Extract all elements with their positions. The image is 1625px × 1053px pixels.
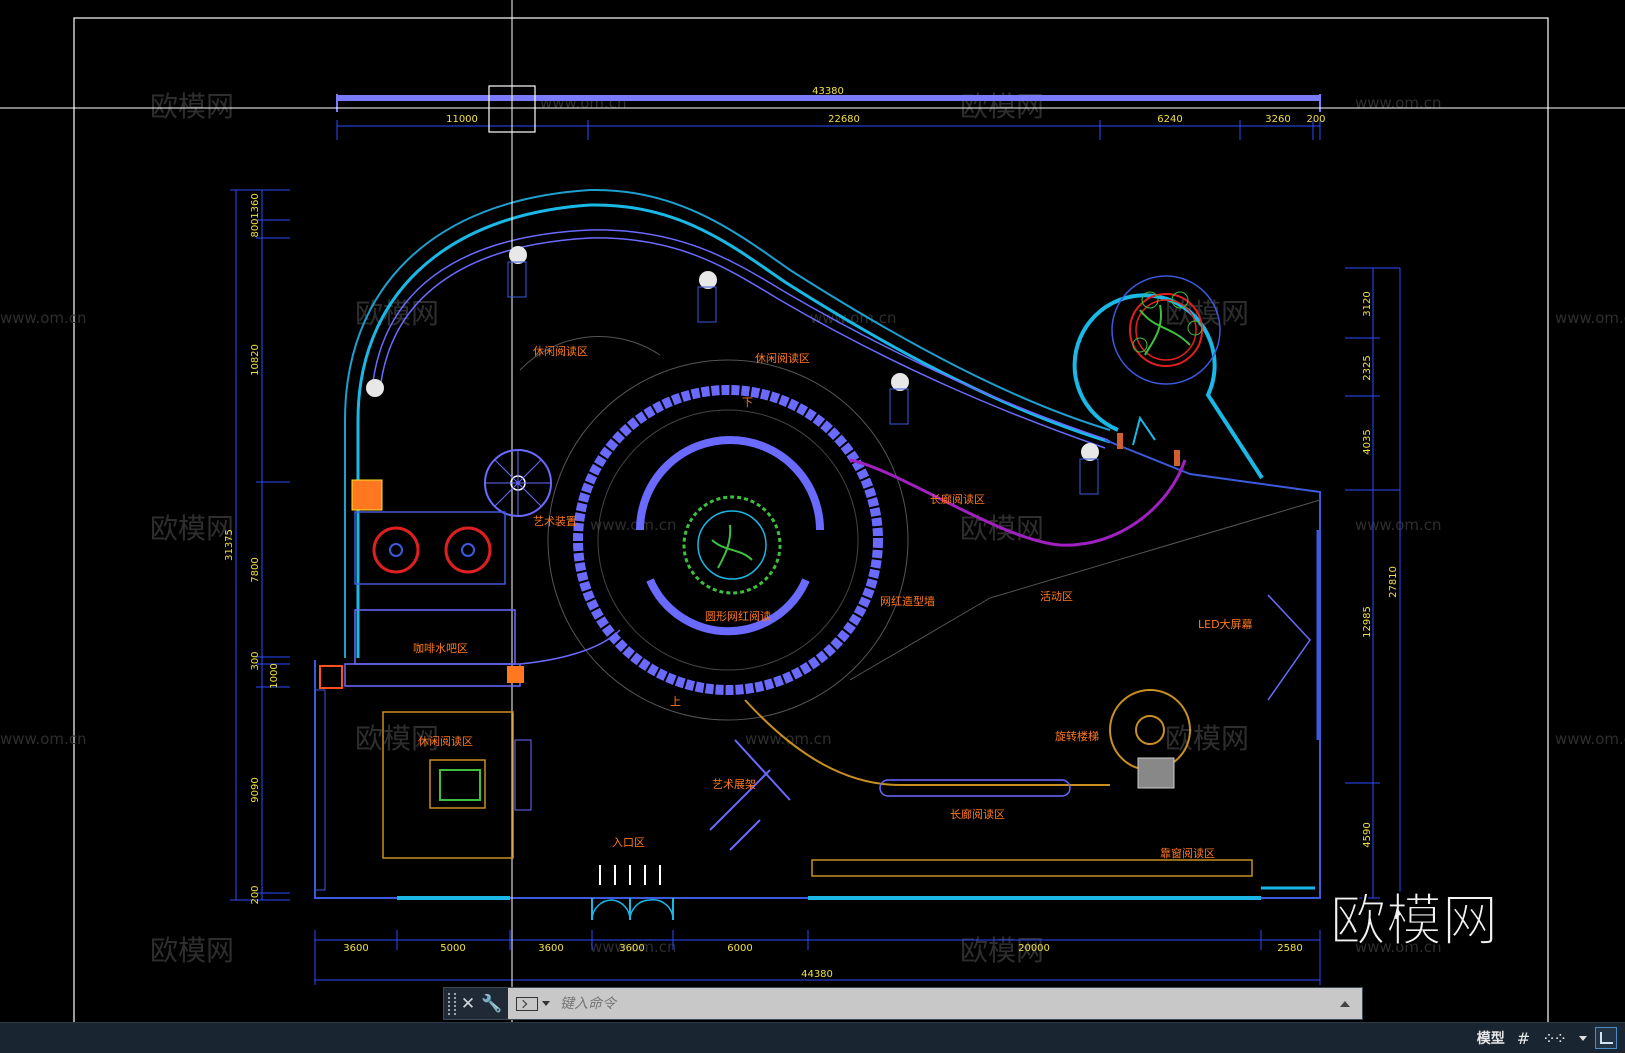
drawing-viewport[interactable]: 欧模网 欧模网 www.om.cn www.om.cn www.om.cn 欧模… (0, 0, 1625, 1052)
svg-text:12985: 12985 (1362, 606, 1373, 638)
svg-text:1000: 1000 (269, 663, 280, 688)
svg-text:www.om.cn: www.om.cn (0, 309, 87, 327)
svg-text:44380: 44380 (801, 969, 833, 980)
svg-text:上: 上 (670, 695, 681, 708)
zone-labels: 休闲阅读区 休闲阅读区 休闲阅读区 长廊阅读区 长廊阅读区 靠窗阅读区 艺术装置… (413, 344, 1253, 860)
command-prompt-icon[interactable] (516, 996, 538, 1011)
command-line: ✕ 🔧 (443, 987, 1363, 1020)
svg-text:欧模网: 欧模网 (1165, 722, 1249, 755)
svg-text:43380: 43380 (812, 86, 844, 97)
svg-text:休闲阅读区: 休闲阅读区 (418, 734, 473, 748)
ortho-mode-icon[interactable] (1595, 1027, 1617, 1049)
svg-text:20000: 20000 (1018, 943, 1050, 954)
svg-text:200: 200 (1306, 114, 1325, 125)
svg-text:www.om.cn: www.om.cn (590, 516, 677, 534)
svg-text:网红造型墙: 网红造型墙 (880, 594, 935, 608)
svg-text:欧模网: 欧模网 (150, 512, 234, 545)
chevron-down-icon[interactable] (1579, 1035, 1587, 1041)
drag-handle-icon[interactable] (448, 992, 456, 1015)
leisure-reading-bottom-left (314, 689, 532, 891)
svg-text:3600: 3600 (538, 943, 563, 954)
svg-text:www.om.cn: www.om.cn (1355, 516, 1442, 534)
svg-text:圆形网红阅读: 圆形网红阅读 (705, 609, 771, 623)
svg-text:22680: 22680 (828, 114, 860, 125)
svg-text:300: 300 (250, 651, 261, 670)
layout-frame (73, 17, 1549, 1022)
svg-text:www.om.cn: www.om.cn (1355, 94, 1442, 112)
svg-text:长廊阅读区: 长廊阅读区 (930, 492, 985, 506)
svg-text:1360: 1360 (250, 193, 261, 218)
svg-text:休闲阅读区: 休闲阅读区 (533, 344, 588, 358)
coffee-bar (319, 479, 621, 689)
svg-text:www.om.cn: www.om.cn (0, 730, 87, 748)
svg-text:9090: 9090 (250, 777, 261, 802)
svg-text:3600: 3600 (343, 943, 368, 954)
svg-text:旋转楼梯: 旋转楼梯 (1055, 729, 1099, 743)
status-bar: 模型 # ⁘⁘ (0, 1022, 1625, 1053)
svg-text:5000: 5000 (440, 943, 465, 954)
svg-text:艺术展架: 艺术展架 (712, 778, 756, 791)
svg-text:www.om.cn: www.om.cn (1555, 730, 1625, 748)
svg-text:4590: 4590 (1362, 822, 1373, 847)
svg-text:11000: 11000 (446, 114, 478, 125)
svg-text:31375: 31375 (224, 529, 235, 561)
floor-plan-canvas[interactable]: 欧模网 欧模网 www.om.cn www.om.cn www.om.cn 欧模… (0, 0, 1625, 1022)
svg-text:6000: 6000 (727, 943, 752, 954)
svg-text:下: 下 (742, 396, 753, 409)
expand-history-icon[interactable] (1340, 1000, 1350, 1007)
svg-text:咖啡水吧区: 咖啡水吧区 (413, 641, 468, 655)
svg-text:27810: 27810 (1388, 566, 1399, 598)
svg-text:3120: 3120 (1362, 291, 1373, 316)
dimensions-right: 3120 2325 4035 12985 4590 27810 (1345, 267, 1401, 899)
watermarks: 欧模网 欧模网 www.om.cn www.om.cn www.om.cn 欧模… (0, 90, 1625, 967)
snap-icon[interactable]: ⁘⁘ (1536, 1025, 1571, 1051)
command-input[interactable] (550, 994, 1340, 1013)
svg-text:入口区: 入口区 (612, 836, 645, 849)
dimensions-left: 31375 800 1360 10820 7800 300 1000 9090 … (224, 189, 290, 905)
light-columns (366, 246, 1099, 495)
dimensions-bottom: 3600 5000 3600 3600 6000 20000 2580 4438… (314, 930, 1321, 985)
svg-text:3600: 3600 (619, 943, 644, 954)
close-icon[interactable]: ✕ (456, 992, 480, 1016)
svg-text:欧模网: 欧模网 (960, 90, 1044, 123)
svg-text:艺术装置: 艺术装置 (533, 515, 577, 528)
svg-text:www.om.cn: www.om.cn (1555, 309, 1625, 327)
svg-text:www.om.cn: www.om.cn (745, 730, 832, 748)
grid-icon[interactable]: # (1511, 1025, 1536, 1051)
svg-text:长廊阅读区: 长廊阅读区 (950, 807, 1005, 821)
svg-text:LED大屏幕: LED大屏幕 (1198, 617, 1253, 631)
svg-text:靠窗阅读区: 靠窗阅读区 (1160, 846, 1215, 860)
svg-text:欧模网: 欧模网 (150, 934, 234, 967)
svg-text:休闲阅读区: 休闲阅读区 (755, 351, 810, 365)
svg-text:7800: 7800 (250, 557, 261, 582)
brand-logo: 欧模网 (1330, 889, 1498, 954)
chevron-down-icon[interactable] (542, 1001, 550, 1006)
svg-text:3260: 3260 (1265, 114, 1290, 125)
svg-text:活动区: 活动区 (1040, 590, 1073, 603)
svg-text:10820: 10820 (250, 344, 261, 376)
wrench-icon[interactable]: 🔧 (480, 992, 504, 1016)
entrance-doors (591, 865, 674, 921)
command-input-area (508, 988, 1362, 1019)
svg-text:4035: 4035 (1362, 429, 1373, 454)
svg-text:800: 800 (250, 218, 261, 237)
svg-text:200: 200 (250, 885, 261, 904)
svg-text:2325: 2325 (1362, 355, 1373, 380)
svg-text:6240: 6240 (1157, 114, 1182, 125)
svg-text:欧模网: 欧模网 (150, 90, 234, 123)
dimensions-top: 43380 11000 22680 6240 3260 200 (336, 86, 1326, 140)
svg-text:2580: 2580 (1277, 943, 1302, 954)
model-space-button[interactable]: 模型 (1471, 1025, 1511, 1051)
